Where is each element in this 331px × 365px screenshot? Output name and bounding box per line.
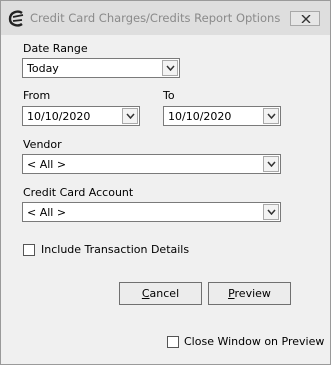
close-on-preview-checkbox[interactable] (167, 336, 179, 348)
date-range-dropdown-button[interactable] (162, 60, 178, 76)
preview-button[interactable]: Preview (208, 282, 291, 305)
include-details-checkbox[interactable] (23, 244, 35, 256)
close-icon (301, 15, 311, 23)
report-options-dialog: Credit Card Charges/Credits Report Optio… (0, 0, 331, 365)
to-date-dropdown-button[interactable] (263, 108, 279, 124)
credit-card-account-label: Credit Card Account (23, 186, 134, 199)
cancel-button-mnemonic: C (141, 287, 150, 300)
vendor-value: < All > (27, 158, 67, 171)
vendor-select[interactable]: < All > (22, 154, 281, 174)
from-date-value: 10/10/2020 (27, 110, 91, 123)
window-title: Credit Card Charges/Credits Report Optio… (30, 11, 281, 25)
preview-button-label: review (234, 287, 271, 300)
credit-card-account-select[interactable]: < All > (22, 202, 281, 222)
chevron-down-icon (267, 113, 276, 119)
vendor-label: Vendor (23, 138, 62, 151)
include-details-label: Include Transaction Details (41, 243, 190, 256)
title-bar: Credit Card Charges/Credits Report Optio… (1, 1, 330, 35)
date-range-value: Today (27, 62, 59, 75)
date-range-select[interactable]: Today (22, 58, 180, 78)
vendor-dropdown-button[interactable] (263, 156, 279, 172)
credit-card-account-value: < All > (27, 206, 67, 219)
to-label: To (163, 89, 175, 102)
chevron-down-icon (267, 209, 276, 215)
to-date-value: 10/10/2020 (168, 110, 232, 123)
close-on-preview-label: Close Window on Preview (184, 335, 325, 348)
from-date-field[interactable]: 10/10/2020 (22, 106, 140, 126)
chevron-down-icon (267, 161, 276, 167)
credit-card-account-dropdown-button[interactable] (263, 204, 279, 220)
chevron-down-icon (126, 113, 135, 119)
from-label: From (23, 89, 51, 102)
close-button[interactable] (290, 11, 320, 26)
to-date-field[interactable]: 10/10/2020 (163, 106, 281, 126)
app-logo-icon (8, 10, 24, 27)
cancel-button[interactable]: Cancel (119, 282, 202, 305)
cancel-button-label: ancel (149, 287, 180, 300)
from-date-dropdown-button[interactable] (122, 108, 138, 124)
date-range-label: Date Range (23, 42, 88, 55)
chevron-down-icon (166, 65, 175, 71)
